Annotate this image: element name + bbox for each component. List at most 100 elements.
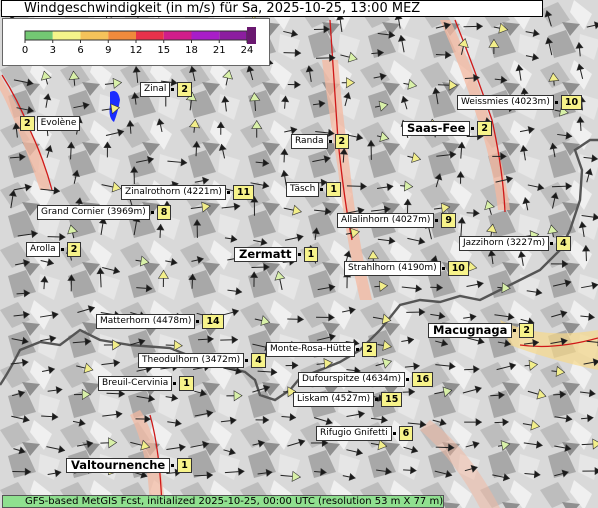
place-name: Theodulhorn (3472m) — [138, 353, 245, 368]
place-label: 2 Evolène — [20, 116, 81, 131]
legend-swatch — [52, 31, 81, 40]
wind-speed-value: 1 — [326, 182, 341, 197]
place-marker — [171, 88, 175, 91]
legend-tick-label: 21 — [213, 45, 226, 56]
place-label: Monte-Rosa-Hütte 2 — [266, 342, 377, 357]
place-name: Dufourspitze (4634m) — [298, 372, 405, 387]
place-name: Weissmies (4023m) — [457, 95, 554, 110]
map-title: Windgeschwindigkeit (in m/s) für Sa, 202… — [1, 0, 543, 17]
place-marker — [392, 432, 396, 435]
legend-tick-label: 3 — [50, 45, 56, 56]
wind-speed-value: 2 — [20, 116, 35, 131]
legend-swatch — [219, 31, 247, 40]
place-name: Rifugio Gnifetti — [316, 426, 392, 441]
place-label: Zinalrothorn (4221m) 11 — [121, 185, 255, 200]
place-name: Macugnaga — [428, 323, 513, 338]
legend: 0 3 6 9 12 15 18 21 24 — [2, 18, 270, 66]
place-marker — [375, 398, 379, 401]
place-label: Strahlhorn (4190m) 10 — [344, 261, 469, 276]
wind-speed-value: 2 — [66, 242, 82, 257]
wind-speed-value: 4 — [251, 353, 266, 368]
wind-speed-value: 1 — [303, 247, 319, 262]
place-marker — [513, 329, 517, 332]
place-marker — [550, 242, 554, 245]
place-marker — [554, 101, 558, 104]
place-name: Monte-Rosa-Hütte — [266, 342, 356, 357]
legend-tick-label: 12 — [130, 45, 143, 56]
wind-speed-value: 9 — [441, 213, 457, 228]
place-label: Grand Cornier (3969m) 8 — [37, 205, 172, 220]
place-marker — [245, 359, 249, 362]
map-stage: Windgeschwindigkeit (in m/s) für Sa, 202… — [0, 0, 598, 508]
legend-tick-label: 18 — [185, 45, 198, 56]
place-label: Valtournenche 1 — [66, 458, 192, 473]
place-marker — [471, 127, 475, 130]
legend-tick-label: 24 — [241, 45, 254, 56]
place-marker — [226, 191, 230, 194]
place-label: Zermatt 1 — [234, 247, 319, 262]
wind-speed-value: 2 — [362, 342, 377, 357]
place-name: Breuil-Cervinia — [98, 376, 173, 391]
place-label: Macugnaga 2 — [428, 323, 535, 338]
place-name: Saas-Fee — [402, 121, 471, 136]
place-marker — [196, 320, 200, 323]
wind-speed-value: 11 — [232, 185, 255, 200]
wind-speed-value: 1 — [177, 458, 192, 473]
wind-speed-value: 2 — [334, 134, 350, 149]
legend-swatch — [80, 31, 109, 40]
place-marker — [356, 348, 360, 351]
legend-swatch — [163, 31, 192, 40]
wind-speed-value: 1 — [179, 376, 194, 391]
wind-speed-value: 2 — [177, 82, 193, 97]
place-marker — [297, 253, 301, 256]
place-marker — [173, 382, 177, 385]
wind-speed-value: 6 — [398, 426, 414, 441]
legend-swatch — [108, 31, 136, 40]
place-label: Dufourspitze (4634m) 16 — [298, 372, 434, 387]
legend-scale: 0 3 6 9 12 15 18 21 24 — [22, 27, 256, 56]
legend-swatch — [191, 31, 220, 40]
place-name: Evolène — [36, 116, 81, 131]
place-name: Randa — [291, 134, 328, 149]
wind-speed-value: 4 — [556, 236, 571, 251]
wind-speed-value: 10 — [447, 261, 469, 276]
place-label: Randa 2 — [291, 134, 350, 149]
place-name: Strahlhorn (4190m) — [344, 261, 441, 276]
wind-speed-value: 2 — [519, 323, 535, 338]
legend-swatch — [136, 31, 164, 40]
legend-tick-label: 6 — [77, 45, 83, 56]
place-label: Saas-Fee 2 — [402, 121, 493, 136]
place-name: Zermatt — [234, 247, 297, 262]
place-name: Zinalrothorn (4221m) — [121, 185, 226, 200]
place-label: Rifugio Gnifetti 6 — [316, 426, 414, 441]
place-marker — [441, 267, 445, 270]
place-label: Arolla 2 — [26, 242, 82, 257]
place-name: Matterhorn (4478m) — [96, 314, 196, 329]
place-marker — [328, 140, 332, 143]
wind-speed-value: 16 — [411, 372, 434, 387]
place-name: Valtournenche — [66, 458, 171, 473]
footer-note: GFS-based MetGIS Fcst, initialized 2025-… — [2, 495, 444, 508]
place-label: Weissmies (4023m) 10 — [457, 95, 583, 110]
place-marker — [405, 378, 409, 381]
place-name: Grand Cornier (3969m) — [37, 205, 150, 220]
place-marker — [320, 188, 324, 191]
place-marker — [435, 219, 439, 222]
legend-overflow-cap — [247, 27, 256, 44]
place-name: Jazzihorn (3227m) — [459, 236, 550, 251]
place-label: Liskam (4527m) 15 — [293, 392, 403, 407]
place-name: Täsch — [286, 182, 320, 197]
legend-tick-label: 9 — [105, 45, 111, 56]
legend-swatch — [25, 31, 53, 40]
place-label: Matterhorn (4478m) 14 — [96, 314, 224, 329]
wind-speed-value: 14 — [202, 314, 224, 329]
wind-speed-value: 15 — [381, 392, 403, 407]
place-name: Liskam (4527m) — [293, 392, 375, 407]
legend-tick-label: 15 — [157, 45, 170, 56]
place-marker — [150, 211, 154, 214]
place-name: Zinal — [140, 82, 171, 97]
legend-tick-label: 0 — [22, 45, 28, 56]
place-label: Zinal 2 — [140, 82, 193, 97]
place-label: Theodulhorn (3472m) 4 — [138, 353, 266, 368]
wind-speed-value: 2 — [477, 121, 493, 136]
